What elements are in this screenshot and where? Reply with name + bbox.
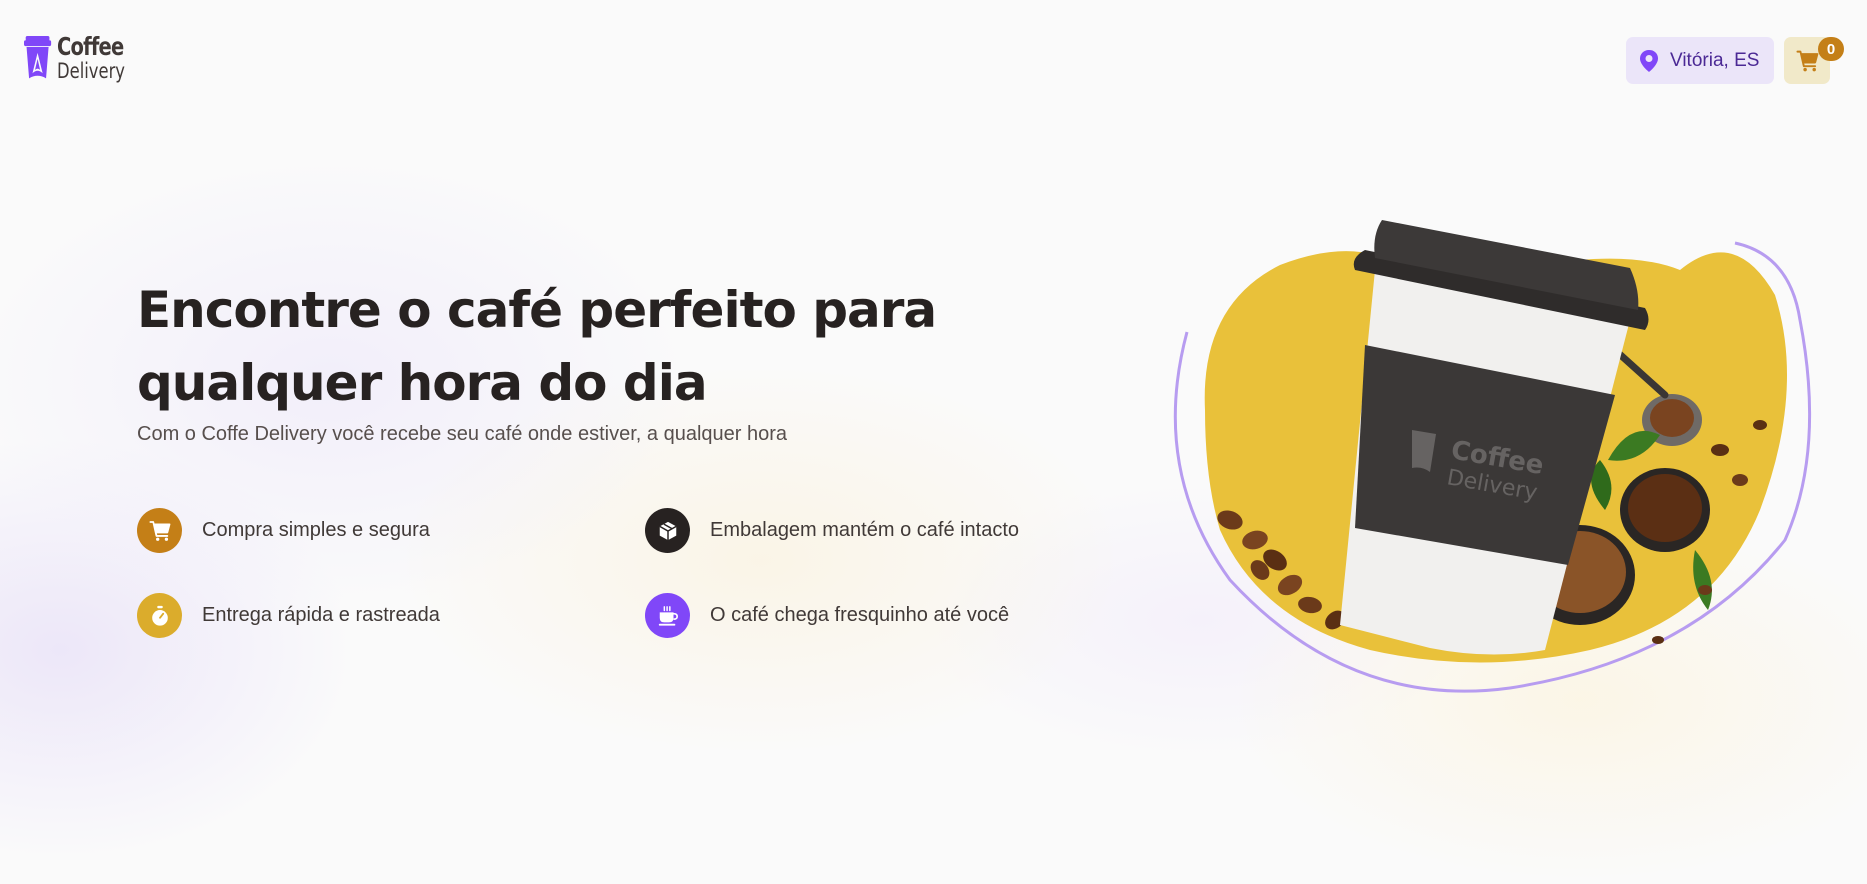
hero-subtitle: Com o Coffe Delivery você recebe seu caf… (137, 423, 787, 445)
feature-item: Embalagem mantém o café intacto (645, 508, 1019, 553)
header: Coffee Delivery Vitória, ES 0 (0, 0, 1867, 120)
feature-label: Embalagem mantém o café intacto (710, 519, 1020, 541)
feature-item: Entrega rápida e rastreada (137, 593, 440, 638)
hero-coffee-image: Coffee Delivery (1173, 220, 1812, 693)
feature-label: Entrega rápida e rastreada (202, 604, 440, 626)
logo-line1: Coffee (56, 32, 124, 61)
shopping-cart-icon (1795, 50, 1818, 71)
shopping-cart-icon (137, 508, 182, 553)
coffee-cup-logo-icon (24, 35, 52, 79)
feature-label: O café chega fresquinho até você (710, 604, 1010, 626)
logo-line2: Delivery (56, 59, 125, 83)
timer-icon (137, 593, 182, 638)
feature-label: Compra simples e segura (202, 519, 430, 541)
location-button[interactable]: Vitória, ES (1626, 37, 1774, 84)
coffee-icon (645, 593, 690, 638)
logo[interactable]: Coffee Delivery (24, 30, 144, 86)
map-pin-icon (1640, 49, 1658, 72)
location-label: Vitória, ES (1670, 49, 1760, 71)
cart-count-badge: 0 (1818, 37, 1844, 61)
package-icon (645, 508, 690, 553)
hero-title: Encontre o café perfeito para qualquer h… (137, 281, 937, 412)
feature-item: Compra simples e segura (137, 508, 430, 553)
feature-item: O café chega fresquinho até você (645, 593, 1009, 638)
